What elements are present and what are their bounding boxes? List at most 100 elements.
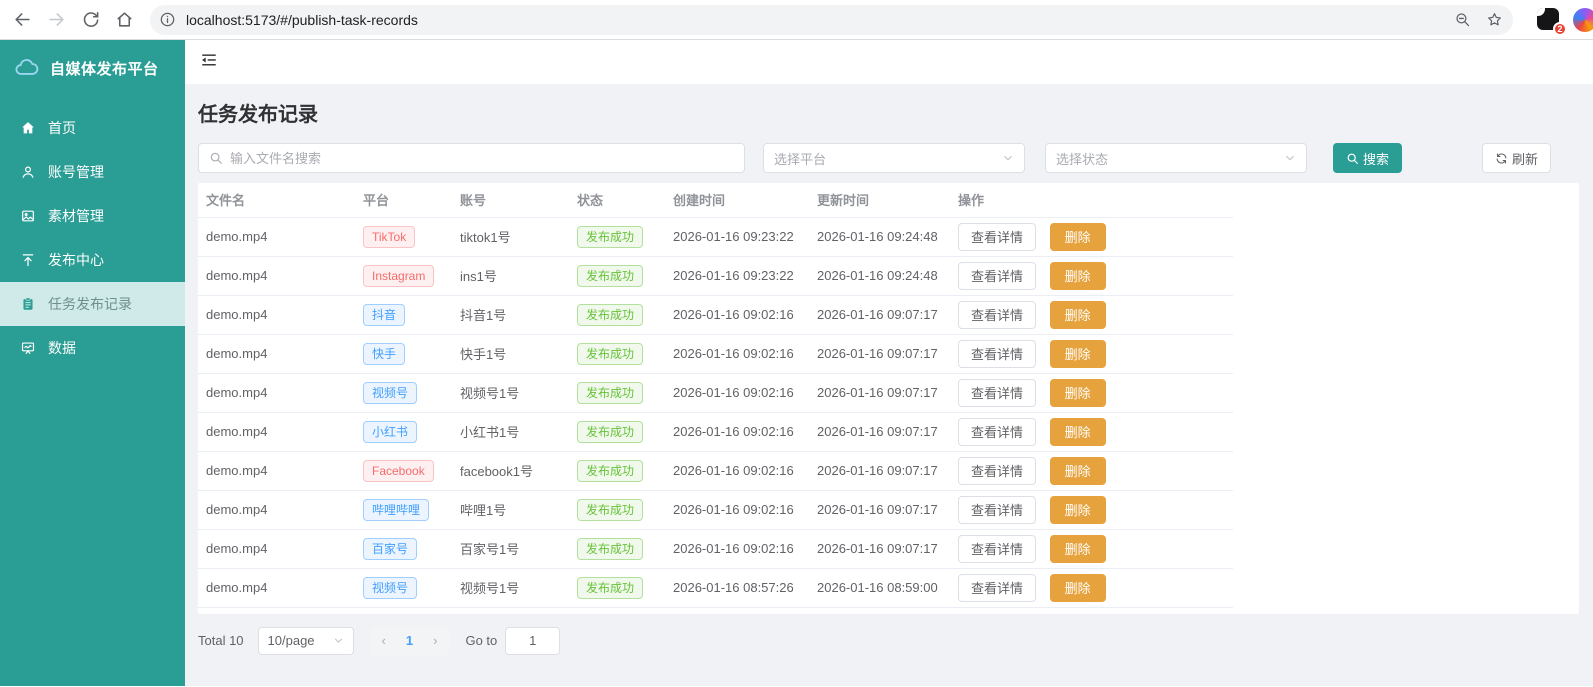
platform-tag: 抖音	[363, 303, 406, 326]
view-detail-button[interactable]: 查看详情	[958, 222, 1037, 251]
menu-fold-icon[interactable]	[200, 51, 218, 74]
sidebar-item-label: 首页	[48, 120, 76, 136]
delete-button[interactable]: 删除	[1049, 495, 1106, 524]
view-detail-button[interactable]: 查看详情	[958, 378, 1037, 407]
refresh-button[interactable]: 刷新	[1481, 143, 1551, 173]
cell-account: 百家号1号	[452, 529, 569, 569]
cell-filename: demo.mp4	[198, 256, 355, 296]
table-row: demo.mp4 百家号 百家号1号 发布成功 2026-01-16 09:02…	[198, 529, 1233, 569]
cell-account: facebook1号	[452, 451, 569, 491]
cell-created: 2026-01-16 09:02:16	[665, 529, 809, 569]
browser-profile-icon[interactable]	[1573, 7, 1593, 32]
cell-created: 2026-01-16 09:02:16	[665, 373, 809, 413]
pagination-total: Total 10	[198, 633, 244, 648]
home-icon[interactable]	[108, 4, 140, 36]
sidebar-item-label: 账号管理	[48, 164, 104, 180]
view-detail-button[interactable]: 查看详情	[958, 261, 1037, 290]
delete-button[interactable]: 删除	[1049, 261, 1106, 290]
view-detail-button[interactable]: 查看详情	[958, 495, 1037, 524]
table-row: demo.mp4 视频号 视频号1号 发布成功 2026-01-16 09:02…	[198, 373, 1233, 413]
delete-button[interactable]: 删除	[1049, 573, 1106, 602]
next-page-button[interactable]: ›	[423, 633, 447, 648]
status-tag: 发布成功	[577, 576, 644, 599]
delete-button[interactable]: 删除	[1049, 534, 1106, 563]
cell-filename: demo.mp4	[198, 412, 355, 452]
platform-tag: Facebook	[363, 459, 434, 482]
cell-filename: demo.mp4	[198, 490, 355, 530]
back-icon[interactable]	[6, 4, 38, 36]
sidebar-menu: 首页 账号管理 素材管理 发布中心 任务发布记录 数据	[0, 96, 185, 370]
page-size-value: 10/page	[267, 633, 315, 648]
view-detail-button[interactable]: 查看详情	[958, 456, 1037, 485]
prev-page-button[interactable]: ‹	[372, 633, 396, 648]
sidebar-item-task-records[interactable]: 任务发布记录	[0, 282, 185, 326]
sidebar-item-home[interactable]: 首页	[0, 106, 185, 150]
cell-created: 2026-01-16 09:23:22	[665, 217, 809, 257]
top-navbar	[185, 40, 1593, 84]
sidebar-item-materials[interactable]: 素材管理	[0, 194, 185, 238]
pagination: Total 10 10/page ‹ 1 › Go to	[198, 626, 1579, 655]
extension-badge: 2	[1553, 21, 1567, 36]
user-icon	[22, 166, 34, 178]
url-text[interactable]: localhost:5173/#/publish-task-records	[186, 12, 1443, 28]
view-detail-button[interactable]: 查看详情	[958, 417, 1037, 446]
delete-button[interactable]: 删除	[1049, 456, 1106, 485]
delete-button[interactable]: 删除	[1049, 222, 1106, 251]
url-bar[interactable]: localhost:5173/#/publish-task-records	[150, 4, 1513, 35]
zoom-out-icon[interactable]	[1449, 7, 1475, 33]
platform-select[interactable]: 选择平台	[763, 143, 1025, 173]
delete-button[interactable]: 删除	[1049, 417, 1106, 446]
col-created: 创建时间	[665, 183, 809, 218]
sidebar-item-publish-center[interactable]: 发布中心	[0, 238, 185, 282]
view-detail-button[interactable]: 查看详情	[958, 300, 1037, 329]
status-select[interactable]: 选择状态	[1045, 143, 1307, 173]
cell-updated: 2026-01-16 09:07:17	[809, 295, 950, 335]
page-size-select[interactable]: 10/page	[257, 626, 354, 655]
view-detail-button[interactable]: 查看详情	[958, 573, 1037, 602]
view-detail-button[interactable]: 查看详情	[958, 339, 1037, 368]
sidebar-item-accounts[interactable]: 账号管理	[0, 150, 185, 194]
site-info-icon[interactable]	[154, 7, 180, 33]
reload-icon[interactable]	[74, 4, 106, 36]
cell-created: 2026-01-16 09:02:16	[665, 451, 809, 491]
cell-filename: demo.mp4	[198, 568, 355, 608]
sidebar-item-label: 数据	[48, 340, 76, 356]
cell-filename: demo.mp4	[198, 451, 355, 491]
data-board-icon	[21, 342, 35, 354]
page-number-1[interactable]: 1	[396, 633, 423, 648]
status-tag: 发布成功	[577, 537, 644, 560]
delete-button[interactable]: 删除	[1049, 300, 1106, 329]
main-area: 任务发布记录 选择平台 选择状态 搜索	[185, 40, 1593, 686]
app-title: 自媒体发布平台	[50, 60, 159, 78]
table-row: demo.mp4 快手 快手1号 发布成功 2026-01-16 09:02:1…	[198, 334, 1233, 374]
cell-updated: 2026-01-16 09:07:17	[809, 529, 950, 569]
sidebar-item-data[interactable]: 数据	[0, 326, 185, 370]
delete-button[interactable]: 删除	[1049, 378, 1106, 407]
cell-account: 快手1号	[452, 334, 569, 374]
search-button[interactable]: 搜索	[1333, 143, 1403, 173]
sidebar-item-label: 发布中心	[48, 252, 104, 268]
platform-tag: TikTok	[363, 225, 416, 248]
cell-account: 抖音1号	[452, 295, 569, 335]
goto-page-input[interactable]	[505, 626, 561, 655]
status-tag: 发布成功	[577, 342, 644, 365]
cell-updated: 2026-01-16 09:07:17	[809, 373, 950, 413]
filename-search-input[interactable]	[230, 150, 734, 166]
view-detail-button[interactable]: 查看详情	[958, 534, 1037, 563]
cell-updated: 2026-01-16 09:07:17	[809, 490, 950, 530]
cell-account: ins1号	[452, 256, 569, 296]
records-table: 文件名 平台 账号 状态 创建时间 更新时间 操作 demo.mp4 TikTo…	[198, 183, 1233, 608]
chevron-down-icon	[1004, 155, 1012, 161]
cell-filename: demo.mp4	[198, 295, 355, 335]
cell-filename: demo.mp4	[198, 334, 355, 374]
col-platform: 平台	[355, 183, 452, 218]
cell-created: 2026-01-16 09:02:16	[665, 295, 809, 335]
page-title: 任务发布记录	[198, 104, 318, 126]
forward-icon[interactable]	[40, 4, 72, 36]
status-select-placeholder: 选择状态	[1056, 151, 1109, 167]
cell-filename: demo.mp4	[198, 217, 355, 257]
cell-account: 小红书1号	[452, 412, 569, 452]
delete-button[interactable]: 删除	[1049, 339, 1106, 368]
extension-icon[interactable]: 2	[1537, 7, 1567, 36]
bookmark-star-icon[interactable]	[1481, 7, 1507, 33]
